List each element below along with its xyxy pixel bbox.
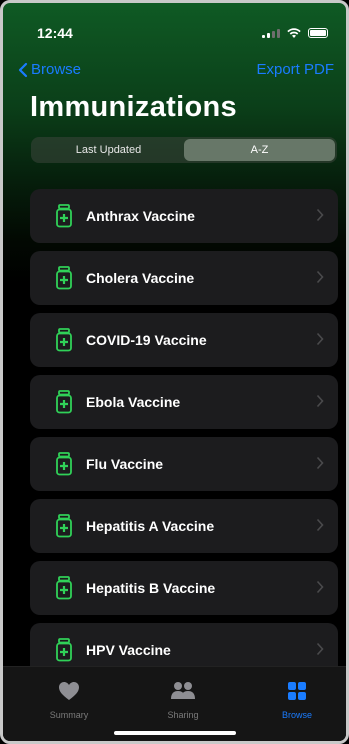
tab-bar: Summary Sharing Browse — [3, 666, 346, 741]
vaccine-vial-icon — [56, 328, 72, 352]
list-item[interactable]: Anthrax Vaccine — [30, 189, 338, 243]
list-item-label: Anthrax Vaccine — [86, 208, 195, 224]
list-item[interactable]: Flu Vaccine — [30, 437, 338, 491]
tab-label: Sharing — [167, 710, 199, 720]
list-item[interactable]: Ebola Vaccine — [30, 375, 338, 429]
list-item-label: HPV Vaccine — [86, 642, 171, 658]
segment-a-z[interactable]: A-Z — [184, 139, 335, 161]
vaccine-vial-icon — [56, 390, 72, 414]
vaccine-vial-icon — [56, 638, 72, 662]
vaccine-vial-icon — [56, 514, 72, 538]
segment-last-updated[interactable]: Last Updated — [33, 139, 184, 161]
status-time: 12:44 — [37, 25, 73, 41]
chevron-right-icon — [316, 642, 324, 656]
tab-browse[interactable]: Browse — [257, 681, 337, 720]
list-item[interactable]: Hepatitis B Vaccine — [30, 561, 338, 615]
chevron-right-icon — [316, 208, 324, 222]
list-item-label: Cholera Vaccine — [86, 270, 195, 286]
grid-icon — [288, 682, 306, 700]
page-title: Immunizations — [30, 91, 237, 123]
phone-screen: 12:44 Browse Export PDF Immunizations La… — [0, 0, 349, 744]
sort-segmented-control: Last Updated A-Z — [31, 137, 337, 163]
list-item[interactable]: Cholera Vaccine — [30, 251, 338, 305]
list-item-label: Ebola Vaccine — [86, 394, 181, 410]
battery-icon — [308, 28, 328, 38]
tab-label: Browse — [281, 710, 312, 720]
chevron-right-icon — [316, 518, 324, 532]
back-label: Browse — [31, 61, 82, 78]
navigation-bar: Browse Export PDF — [17, 61, 334, 81]
list-item[interactable]: Hepatitis A Vaccine — [30, 499, 338, 553]
list-item-label: Hepatitis B Vaccine — [86, 580, 216, 596]
list-item[interactable]: COVID-19 Vaccine — [30, 313, 338, 367]
heart-icon — [59, 682, 79, 700]
chevron-right-icon — [316, 394, 324, 408]
chevron-right-icon — [316, 270, 324, 284]
status-bar: 12:44 — [37, 25, 328, 45]
tab-sharing[interactable]: Sharing — [143, 681, 223, 720]
immunization-list: Anthrax Vaccine Cholera Vaccine COVID-19… — [30, 189, 338, 685]
vaccine-vial-icon — [56, 452, 72, 476]
tab-label: Summary — [49, 710, 89, 720]
export-pdf-button[interactable]: Export PDF — [256, 61, 334, 78]
back-button[interactable]: Browse — [17, 61, 81, 78]
list-item-label: COVID-19 Vaccine — [86, 332, 207, 348]
signal-icon — [262, 28, 280, 38]
chevron-left-icon — [18, 62, 28, 77]
chevron-right-icon — [316, 580, 324, 594]
list-item-label: Flu Vaccine — [86, 456, 164, 472]
chevron-right-icon — [316, 332, 324, 346]
wifi-icon — [287, 28, 301, 38]
tab-summary[interactable]: Summary — [29, 681, 109, 720]
home-indicator[interactable] — [113, 731, 236, 735]
chevron-right-icon — [316, 456, 324, 470]
vaccine-vial-icon — [56, 204, 72, 228]
vaccine-vial-icon — [56, 576, 72, 600]
status-icons — [262, 27, 328, 39]
vaccine-vial-icon — [56, 266, 72, 290]
people-icon — [171, 682, 195, 699]
list-item-label: Hepatitis A Vaccine — [86, 518, 215, 534]
